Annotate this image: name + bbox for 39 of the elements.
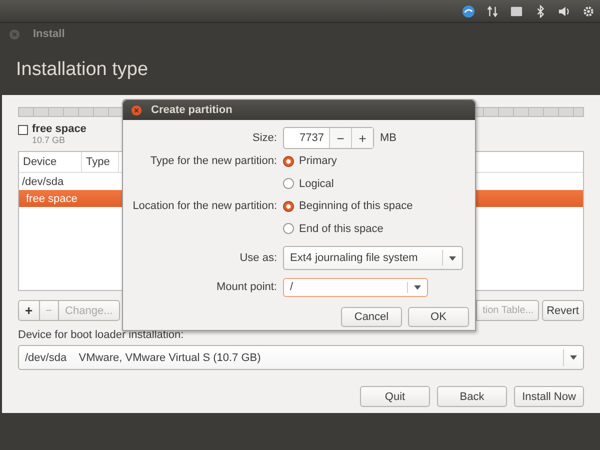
field-label: Type for the new partition: (149, 155, 278, 168)
radio-option[interactable]: Logical (283, 178, 334, 190)
column-header[interactable]: Type (82, 152, 119, 172)
partition-size: 10.7 GB (32, 135, 66, 145)
caret-icon (570, 355, 577, 360)
use-as-dropdown[interactable]: Ext4 journaling file system (283, 246, 463, 270)
dialog-button[interactable]: OK (408, 307, 469, 327)
partition-name: free space (32, 123, 86, 135)
speaker-icon[interactable] (558, 4, 571, 18)
square-icon[interactable] (510, 4, 523, 18)
field-label: Use as: (238, 252, 278, 264)
nav-button[interactable]: Install Now (514, 386, 584, 407)
radio-option[interactable]: Primary (283, 155, 337, 168)
gear-icon[interactable] (582, 4, 595, 18)
circle-icon[interactable] (462, 4, 475, 18)
dialog-button[interactable]: Cancel (341, 307, 402, 327)
boot-loader-label: Device for boot loader installation: (18, 329, 185, 341)
unit-label: MB (380, 132, 396, 144)
boot-loader-dropdown[interactable]: /dev/sda VMware, VMware Virtual S (10.7 GB) (18, 345, 584, 370)
field-label: Mount point: (215, 281, 278, 293)
window-title: Install (33, 28, 65, 40)
nav-button[interactable]: Back (437, 386, 507, 407)
nav-button[interactable]: Quit (360, 386, 430, 407)
table-action-button[interactable]: Revert (542, 300, 584, 321)
radio-option[interactable]: Beginning of this space (283, 200, 413, 212)
close-icon[interactable] (131, 104, 142, 116)
device-cell: free space (26, 192, 78, 204)
table-action-button[interactable]: + (18, 300, 40, 321)
mount-point-field[interactable]: / (283, 278, 428, 296)
field-label: Size: (252, 132, 278, 144)
radio-option[interactable]: End of this space (283, 222, 384, 235)
page-heading: Installation type (16, 59, 148, 81)
size-spinbox[interactable]: 7737 − + (283, 127, 374, 149)
field-label: Location for the new partition: (132, 200, 278, 212)
caret-icon (449, 256, 456, 260)
dialog-title: Create partition (151, 104, 232, 116)
transfer-arrows-icon[interactable] (486, 4, 499, 18)
column-header[interactable]: Device (19, 152, 82, 172)
caret-icon (414, 284, 421, 290)
